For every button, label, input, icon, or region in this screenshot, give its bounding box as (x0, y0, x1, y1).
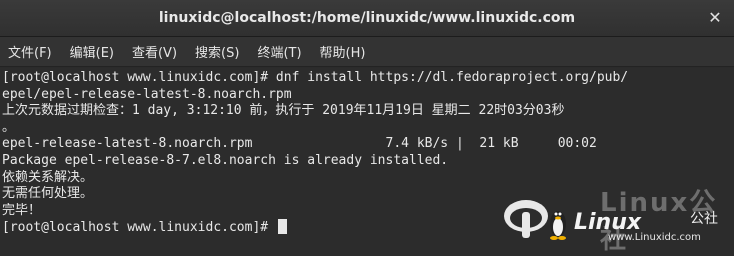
terminal-cursor (277, 219, 287, 235)
tux-icon (504, 200, 566, 240)
menu-help[interactable]: 帮助(H) (320, 42, 366, 61)
watermark-gongshe: 公社 (690, 211, 718, 227)
close-icon[interactable]: ✕ (706, 9, 724, 27)
watermark: Linux公社 Linux 公社 www.Linuxidc.com (500, 180, 732, 255)
menu-file[interactable]: 文件(F) (8, 42, 52, 61)
terminal-line: 上次元数据过期检查：1 day, 3:12:10 前，执行于 2019年11月1… (2, 103, 565, 119)
menu-view[interactable]: 查看(V) (132, 42, 177, 61)
window-title: linuxidc@localhost:/home/linuxidc/www.li… (158, 10, 576, 26)
terminal-line: epel-release-latest-8.noarch.rpm 7.4 kB/… (2, 136, 597, 152)
menu-edit[interactable]: 编辑(E) (70, 42, 114, 61)
menu-terminal[interactable]: 终端(T) (257, 42, 301, 61)
terminal-prompt: [root@localhost www.linuxidc.com]# (2, 220, 276, 236)
watermark-url: www.Linuxidc.com (608, 232, 701, 243)
menu-search[interactable]: 搜索(S) (195, 42, 239, 61)
terminal-line: epel/epel-release-latest-8.noarch.rpm (2, 86, 292, 102)
terminal-line: 。 (2, 119, 16, 135)
menu-bar: 文件(F) 编辑(E) 查看(V) 搜索(S) 终端(T) 帮助(H) (0, 37, 734, 67)
terminal-line: Package epel-release-8-7.el8.noarch is a… (2, 152, 449, 168)
terminal-line: [root@localhost www.linuxidc.com]# dnf i… (2, 70, 629, 85)
window-titlebar[interactable]: linuxidc@localhost:/home/linuxidc/www.li… (0, 0, 734, 37)
